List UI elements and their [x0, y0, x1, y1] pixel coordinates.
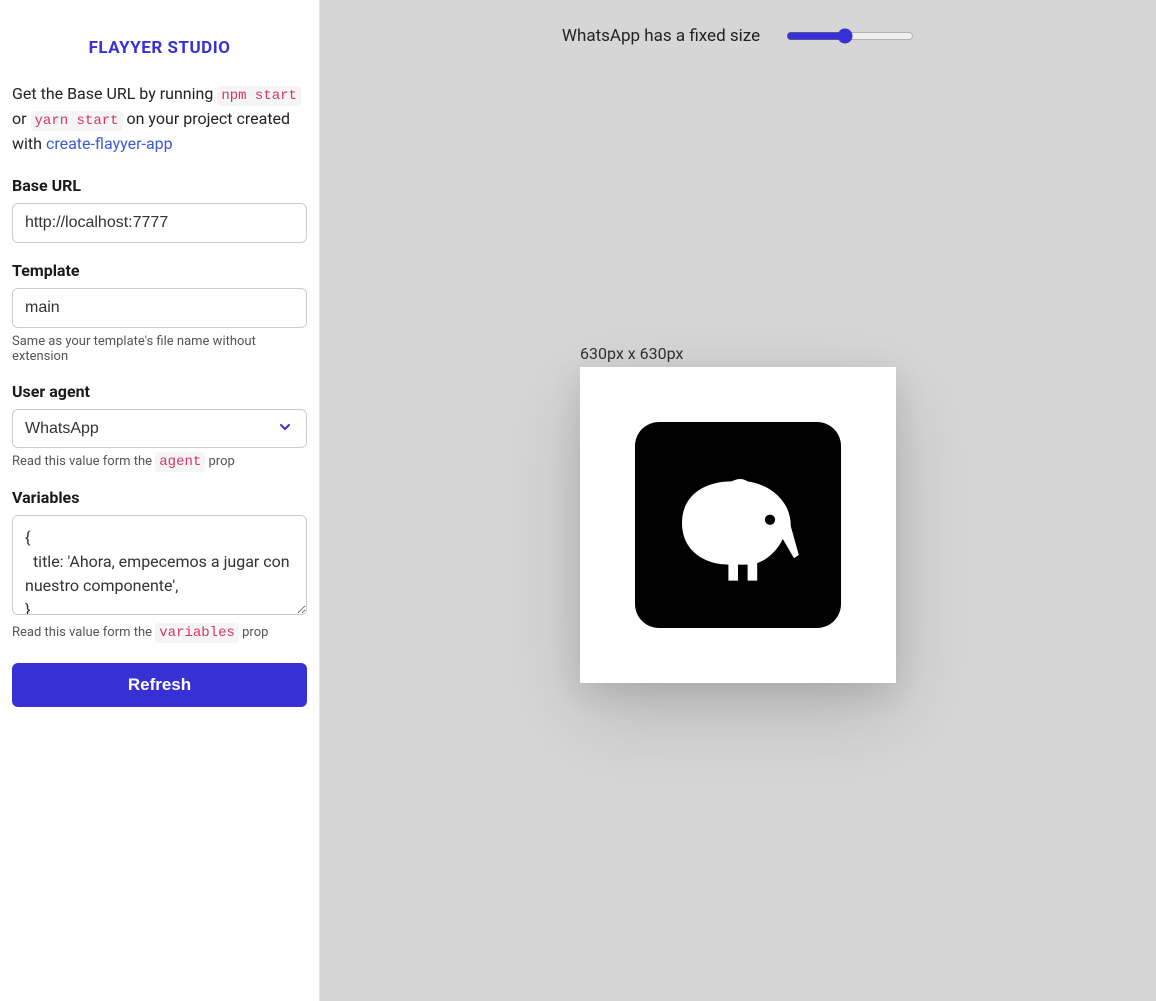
- template-helper: Same as your template's file name withou…: [12, 334, 307, 364]
- kiwi-tile: [635, 422, 841, 628]
- user-agent-helper-tail: prop: [205, 454, 235, 469]
- preview-dimensions: 630px x 630px: [580, 344, 683, 363]
- variables-helper-lead: Read this value form the: [12, 625, 155, 640]
- code-agent: agent: [155, 452, 205, 472]
- template-label: Template: [12, 261, 307, 280]
- base-url-label: Base URL: [12, 176, 307, 195]
- variables-helper: Read this value form the variables prop: [12, 625, 307, 641]
- user-agent-label: User agent: [12, 382, 307, 401]
- user-agent-field: User agent WhatsApp Read this value form…: [12, 382, 307, 470]
- user-agent-select-wrap: WhatsApp: [12, 409, 307, 448]
- intro-lead: Get the Base URL by running: [12, 84, 217, 103]
- sidebar: FLAYYER STUDIO Get the Base URL by runni…: [0, 0, 320, 1001]
- template-field: Template Same as your template's file na…: [12, 261, 307, 364]
- code-yarn-start: yarn start: [31, 111, 123, 131]
- variables-field: Variables { title: 'Ahora, empecemos a j…: [12, 488, 307, 641]
- code-variables: variables: [155, 623, 239, 643]
- variables-textarea[interactable]: { title: 'Ahora, empecemos a jugar con n…: [12, 515, 307, 615]
- preview-canvas: WhatsApp has a fixed size 630px x 630px: [320, 0, 1156, 1001]
- kiwi-icon: [658, 443, 818, 607]
- intro-text: Get the Base URL by running npm start or…: [12, 82, 307, 156]
- refresh-button[interactable]: Refresh: [12, 663, 307, 707]
- app-title: FLAYYER STUDIO: [12, 0, 307, 82]
- base-url-field: Base URL: [12, 176, 307, 243]
- preview-box-wrap: 630px x 630px: [580, 344, 896, 683]
- intro-or: or: [12, 109, 31, 128]
- preview-area: 630px x 630px: [320, 26, 1156, 1001]
- user-agent-helper: Read this value form the agent prop: [12, 454, 307, 470]
- code-npm-start: npm start: [217, 86, 301, 106]
- base-url-input[interactable]: [12, 203, 307, 243]
- create-flayyer-app-link[interactable]: create-flayyer-app: [46, 134, 173, 153]
- preview-box: [580, 367, 896, 683]
- template-input[interactable]: [12, 288, 307, 328]
- variables-helper-tail: prop: [239, 625, 269, 640]
- user-agent-helper-lead: Read this value form the: [12, 454, 155, 469]
- variables-label: Variables: [12, 488, 307, 507]
- user-agent-select[interactable]: WhatsApp: [12, 409, 307, 448]
